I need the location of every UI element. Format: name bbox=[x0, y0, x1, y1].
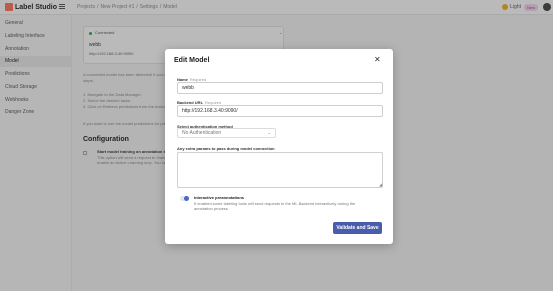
interactive-preannotations-toggle[interactable] bbox=[180, 196, 189, 201]
dialog-title: Edit Model bbox=[174, 57, 210, 64]
interactive-preannotations-title: Interactive preannotations bbox=[194, 195, 245, 200]
edit-model-dialog: Edit Model ✕ Name Required webb Backend U… bbox=[165, 49, 393, 244]
auth-method-select[interactable]: No Authentication ⌄ bbox=[177, 128, 276, 138]
chevron-down-icon: ⌄ bbox=[267, 130, 271, 135]
extra-params-label: Any extra params to pass during model co… bbox=[177, 146, 275, 151]
extra-params-textarea[interactable] bbox=[177, 152, 383, 188]
name-input[interactable]: webb bbox=[177, 82, 383, 94]
close-icon[interactable]: ✕ bbox=[374, 56, 381, 64]
interactive-preannotations-description: If enabled some labeling tools will send… bbox=[194, 201, 356, 211]
backend-url-input[interactable]: http://192.168.3.40:9090/ bbox=[177, 105, 383, 117]
auth-method-value: No Authentication bbox=[182, 130, 222, 136]
resize-handle-icon[interactable]: ◢ bbox=[379, 183, 392, 243]
validate-and-save-button[interactable]: Validate and Save bbox=[333, 222, 382, 234]
toggle-knob bbox=[184, 196, 189, 201]
